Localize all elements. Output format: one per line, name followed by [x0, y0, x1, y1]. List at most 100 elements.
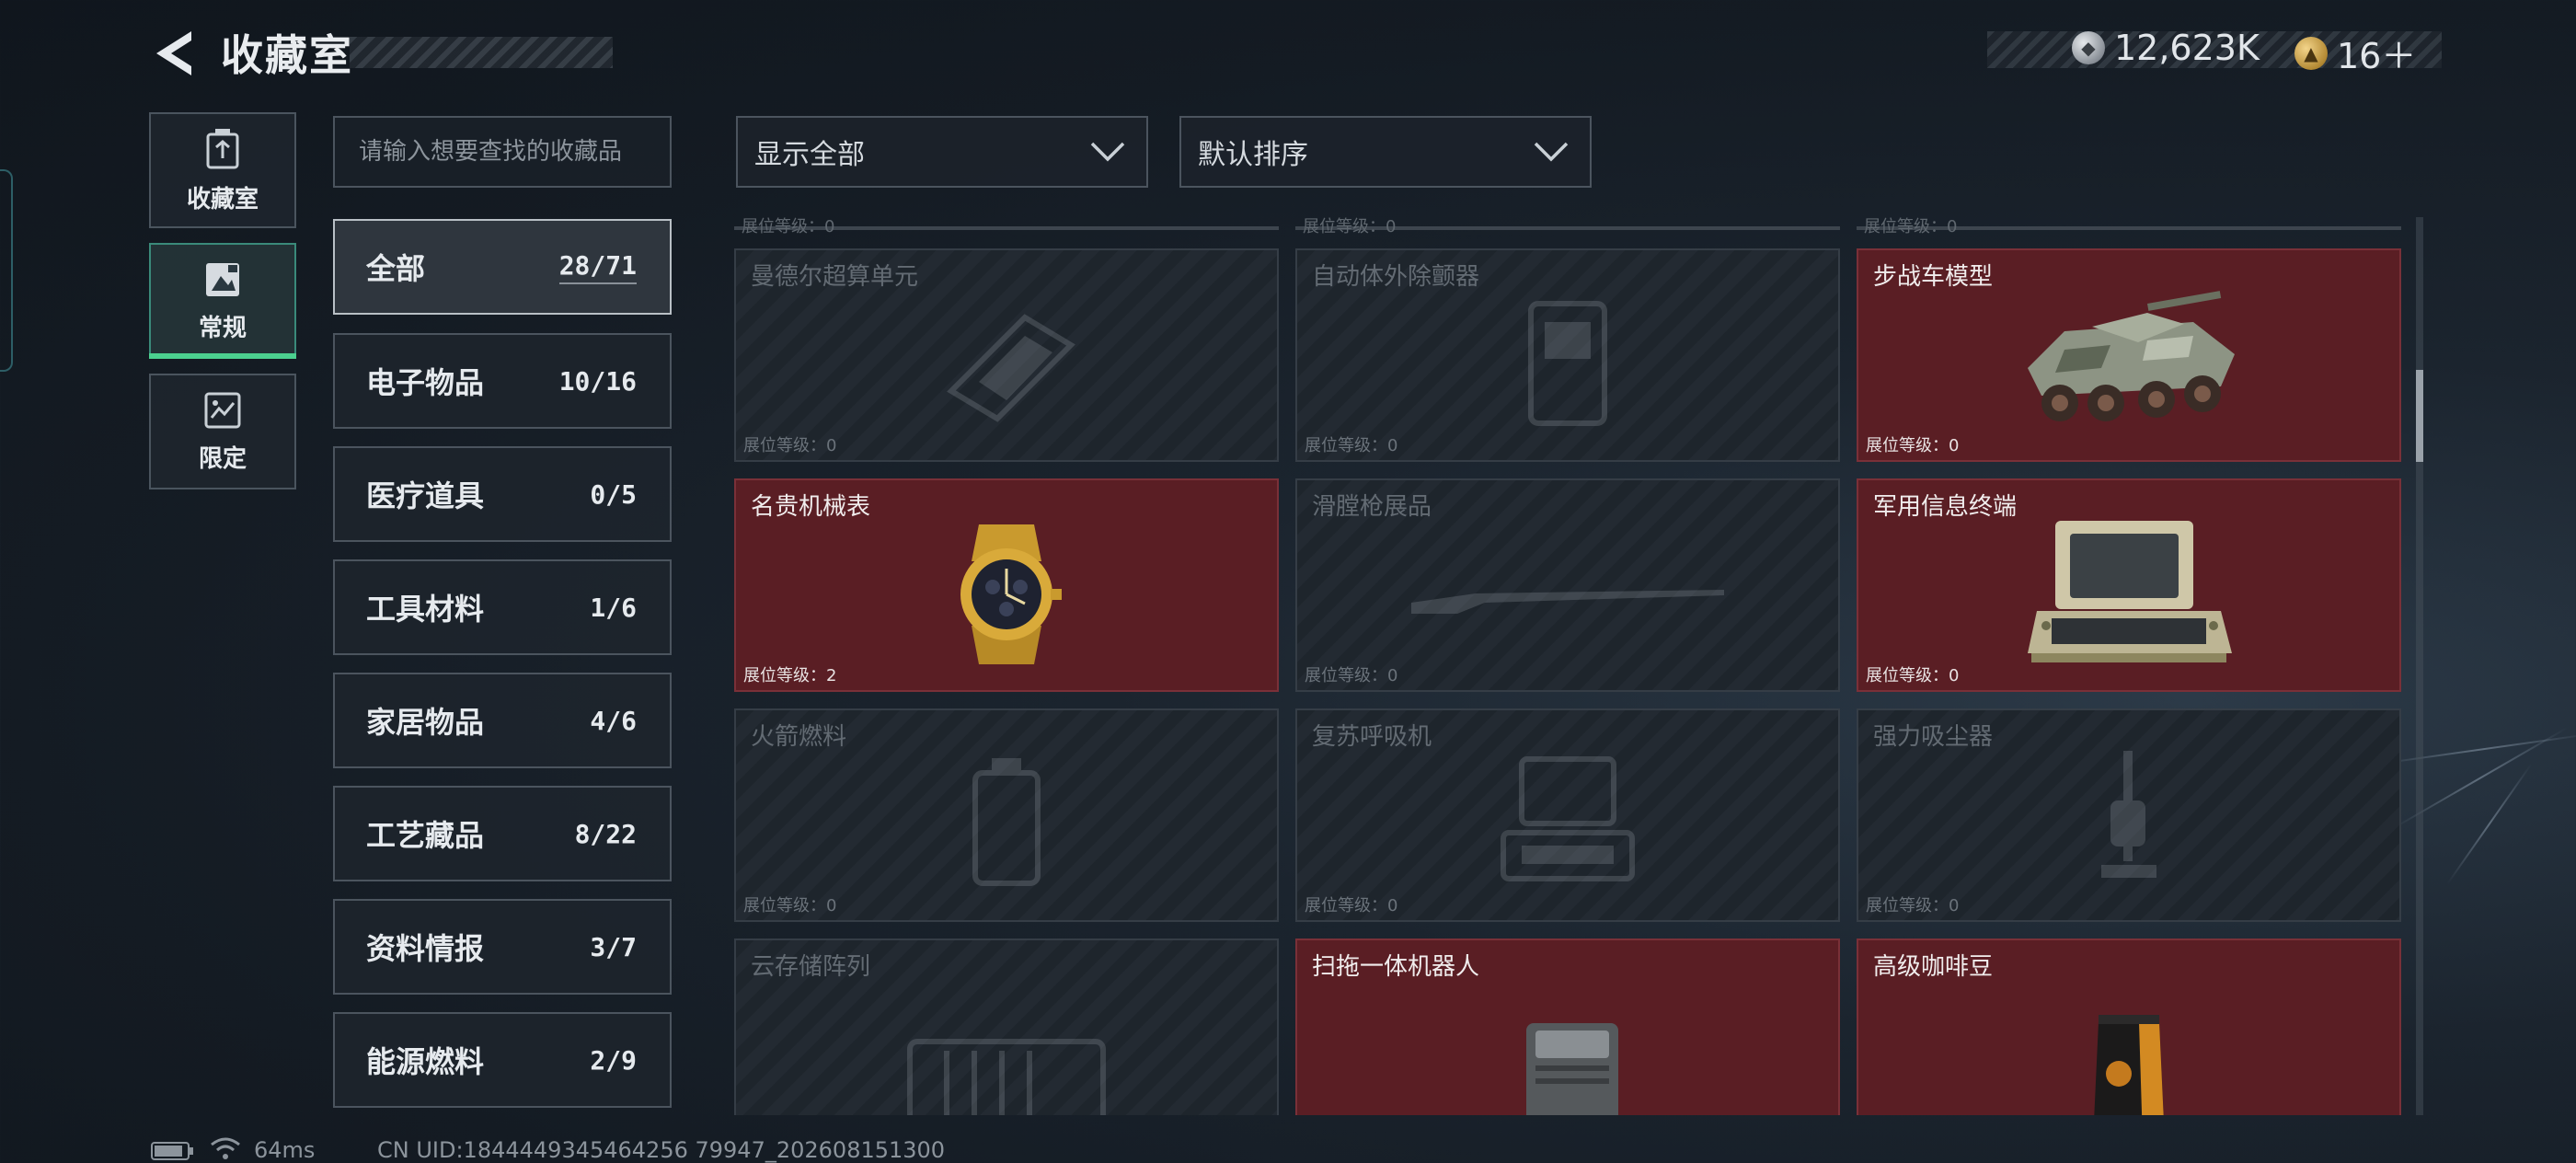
category-count: 28/71	[558, 250, 637, 284]
silver-amount: 12,623K	[2114, 28, 2260, 68]
category-name: 能源燃料	[366, 1044, 485, 1079]
item-name: 滑膛枪展品	[1312, 493, 1432, 521]
partial-card: 展位等级：0	[734, 217, 1279, 236]
item-card[interactable]: 复苏呼吸机 展位等级：0	[1295, 708, 1840, 922]
category-energy[interactable]: 能源燃料 2/9	[333, 1012, 672, 1108]
rocket-fuel-icon	[972, 758, 1041, 887]
uid-text: CN UID:1844449345464256 79947_2026081513…	[377, 1137, 946, 1163]
nav-tab-regular[interactable]: 常规	[149, 243, 296, 359]
chevron-down-icon	[1090, 142, 1125, 162]
title-decoration	[350, 37, 613, 68]
search-input[interactable]	[333, 116, 672, 188]
item-name: 复苏呼吸机	[1312, 723, 1432, 751]
display-level: 展位等级：0	[743, 436, 837, 455]
item-card[interactable]: 滑膛枪展品 展位等级：0	[1295, 478, 1840, 692]
category-count: 10/16	[558, 365, 637, 397]
item-card[interactable]: 火箭燃料 展位等级：0	[734, 708, 1279, 922]
limited-badge-icon	[204, 392, 241, 428]
display-level: 展位等级：0	[1305, 436, 1398, 455]
item-card[interactable]: 步战车模型 展位等级：0	[1857, 248, 2401, 462]
item-card[interactable]: 军用信息终端 展位等级：0	[1857, 478, 2401, 692]
ping-readout: 64ms	[254, 1137, 316, 1163]
item-card[interactable]: 强力吸尘器 展位等级：0	[1857, 708, 2401, 922]
category-count: 1/6	[590, 592, 637, 623]
category-name: 医疗道具	[366, 478, 485, 513]
collection-grid[interactable]: 展位等级：0 展位等级：0 展位等级：0 曼德尔超算单元 展位等级：0 自动体外…	[732, 217, 2416, 1115]
category-name: 全部	[366, 251, 426, 286]
item-name: 强力吸尘器	[1873, 723, 1994, 751]
category-name: 资料情报	[366, 931, 485, 966]
item-card[interactable]: 名贵机械表 展位等级：2	[734, 478, 1279, 692]
item-name: 曼德尔超算单元	[751, 263, 919, 291]
partial-card: 展位等级：0	[1857, 217, 2401, 236]
scrollbar-thumb[interactable]	[2416, 370, 2423, 462]
mopping-robot-icon	[1526, 1022, 1618, 1115]
category-name: 工艺藏品	[366, 818, 485, 853]
category-name: 工具材料	[366, 592, 485, 627]
chevron-down-icon	[1534, 142, 1569, 162]
category-count: 3/7	[590, 931, 637, 962]
item-name: 自动体外除颤器	[1312, 263, 1480, 291]
category-tools[interactable]: 工具材料 1/6	[333, 559, 672, 655]
nav-tab-label: 限定	[198, 444, 247, 473]
nav-tab-limited[interactable]: 限定	[149, 374, 296, 489]
side-drawer-handle[interactable]	[0, 169, 13, 372]
item-name: 名贵机械表	[751, 493, 871, 521]
item-name: 军用信息终端	[1873, 493, 2018, 521]
display-level: 展位等级：0	[1866, 666, 1960, 685]
item-name: 高级咖啡豆	[1873, 953, 1994, 981]
display-level: 展位等级：0	[742, 217, 835, 236]
category-electronics[interactable]: 电子物品 10/16	[333, 333, 672, 429]
display-level: 展位等级：0	[1305, 666, 1398, 685]
display-filter-value: 显示全部	[754, 139, 865, 171]
nav-tab-label: 常规	[198, 314, 247, 342]
armored-vehicle-model-icon	[2028, 291, 2235, 422]
display-level: 展位等级：0	[1866, 896, 1960, 915]
category-medical[interactable]: 医疗道具 0/5	[333, 446, 672, 542]
item-card[interactable]: 扫拖一体机器人	[1295, 938, 1840, 1115]
gold-amount: 16＋	[2337, 36, 2417, 76]
back-button[interactable]	[147, 26, 199, 81]
nav-tab-label: 收藏室	[186, 185, 259, 213]
category-crafts[interactable]: 工艺藏品 8/22	[333, 786, 672, 881]
item-name: 步战车模型	[1873, 263, 1994, 291]
item-card[interactable]: 高级咖啡豆	[1857, 938, 2401, 1115]
gold-watch-icon	[960, 524, 1062, 665]
category-name: 家居物品	[366, 705, 485, 740]
sort-dropdown[interactable]: 默认排序	[1179, 116, 1592, 188]
sort-value: 默认排序	[1198, 139, 1308, 171]
category-intel[interactable]: 资料情报 3/7	[333, 899, 672, 995]
partial-card: 展位等级：0	[1295, 217, 1840, 236]
category-count: 0/5	[590, 478, 637, 510]
category-household[interactable]: 家居物品 4/6	[333, 673, 672, 768]
musket-icon	[1411, 590, 1724, 615]
category-count: 2/9	[590, 1044, 637, 1076]
display-case-icon	[206, 262, 239, 296]
item-card[interactable]: 曼德尔超算单元 展位等级：0	[734, 248, 1279, 462]
grid-scrollbar[interactable]	[2416, 217, 2423, 1115]
display-level: 展位等级：0	[1866, 436, 1960, 455]
military-terminal-icon	[2028, 521, 2232, 663]
gold-currency[interactable]: ▲ 16＋	[2294, 28, 2416, 78]
display-filter-dropdown[interactable]: 显示全部	[736, 116, 1148, 188]
back-arrow-icon	[156, 31, 191, 75]
trash-bin-icon	[206, 128, 239, 168]
vacuum-cleaner-icon	[2101, 751, 2156, 879]
supercomputer-unit-icon	[947, 314, 1075, 422]
display-level: 展位等级：2	[743, 666, 837, 685]
coffee-bag-icon	[2094, 1015, 2164, 1115]
item-card[interactable]: 云存储阵列	[734, 938, 1279, 1115]
silver-coin-icon: ◆	[2072, 31, 2105, 64]
page-title: 收藏室	[221, 30, 353, 80]
item-card[interactable]: 自动体外除颤器 展位等级：0	[1295, 248, 1840, 462]
silver-currency: ◆ 12,623K	[2072, 28, 2260, 68]
nav-tab-collection-room[interactable]: 收藏室	[149, 112, 296, 228]
display-level: 展位等级：0	[1303, 217, 1397, 236]
ventilator-icon	[1501, 756, 1635, 882]
gold-coin-icon: ▲	[2294, 36, 2328, 70]
category-all[interactable]: 全部 28/71	[333, 219, 672, 315]
display-level: 展位等级：0	[743, 896, 837, 915]
defibrillator-icon	[1528, 301, 1607, 427]
category-count: 4/6	[590, 705, 637, 736]
battery-icon	[151, 1142, 193, 1160]
